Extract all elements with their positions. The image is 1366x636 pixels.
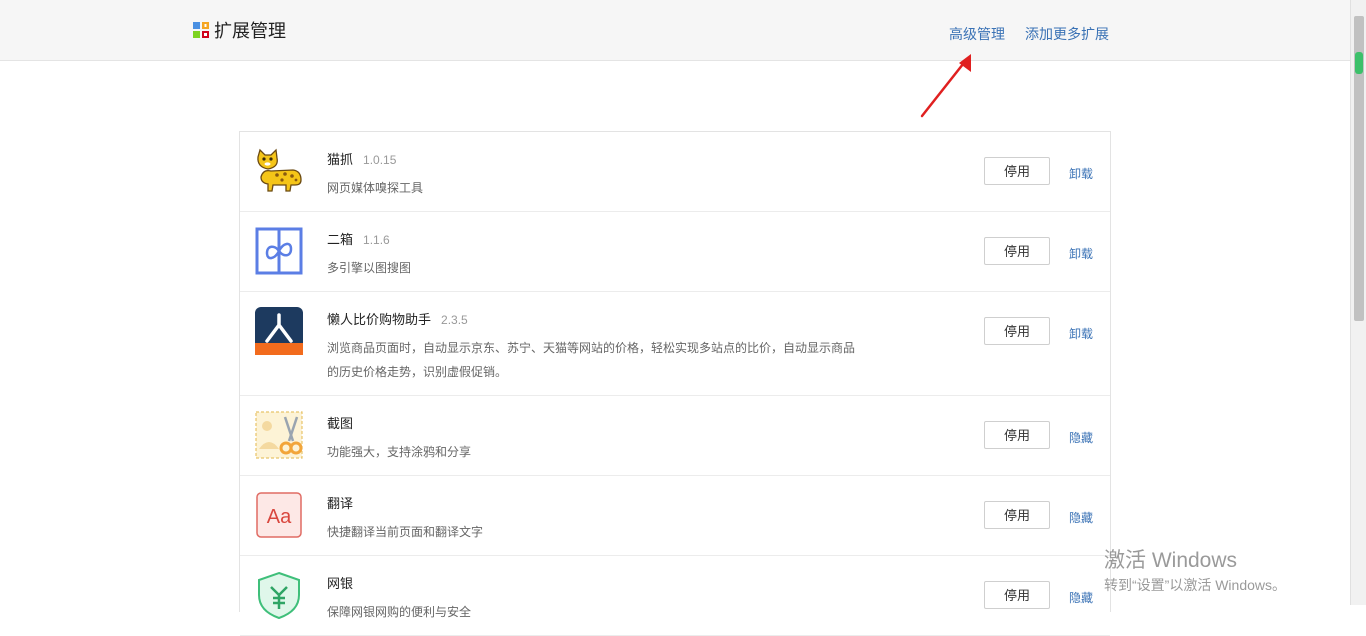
disable-button[interactable]: 停用 bbox=[984, 237, 1050, 265]
extension-list: 猫抓 1.0.15 网页媒体嗅探工具 停用 卸载 二箱 1.1.6 多引擎以图搜图 … bbox=[239, 131, 1111, 636]
extension-row: 截图 功能强大，支持涂鸦和分享 停用 隐藏 bbox=[240, 396, 1110, 476]
hide-link[interactable]: 隐藏 bbox=[1069, 510, 1093, 526]
price-compare-icon bbox=[255, 307, 303, 355]
extension-description: 浏览商品页面时，自动显示京东、苏宁、天猫等网站的价格，轻松实现多站点的比价，自动… bbox=[327, 341, 856, 379]
uninstall-link[interactable]: 卸载 bbox=[1069, 246, 1093, 262]
hide-link[interactable]: 隐藏 bbox=[1069, 430, 1093, 446]
extension-row: 网银 保障网银网购的便利与安全 停用 隐藏 bbox=[240, 556, 1110, 636]
scissors-icon bbox=[255, 411, 303, 459]
svg-text:Aa: Aa bbox=[267, 506, 292, 528]
extension-name: 猫抓 1.0.15 bbox=[327, 152, 397, 167]
uninstall-link[interactable]: 卸载 bbox=[1069, 166, 1093, 182]
page-title: 扩展管理 bbox=[214, 21, 286, 41]
extension-description: 功能强大，支持涂鸦和分享 bbox=[327, 445, 472, 459]
scroll-position-indicator bbox=[1355, 52, 1363, 74]
windows-activation-watermark: 激活 Windows bbox=[1104, 549, 1238, 572]
add-more-extensions-link[interactable]: 添加更多扩展 bbox=[1025, 25, 1109, 43]
extensions-logo-icon bbox=[193, 22, 209, 38]
windows-activation-hint: 转到“设置”以激活 Windows。 bbox=[1104, 577, 1287, 593]
extension-name: 懒人比价购物助手 2.3.5 bbox=[327, 312, 468, 327]
disable-button[interactable]: 停用 bbox=[984, 501, 1050, 529]
extension-description: 保障网银网购的便利与安全 bbox=[327, 605, 472, 619]
extension-version: 1.1.6 bbox=[363, 233, 390, 247]
disable-button[interactable]: 停用 bbox=[984, 157, 1050, 185]
disable-button[interactable]: 停用 bbox=[984, 317, 1050, 345]
top-bar: 扩展管理 高级管理 添加更多扩展 bbox=[0, 0, 1350, 61]
extension-row: 懒人比价购物助手 2.3.5 浏览商品页面时，自动显示京东、苏宁、天猫等网站的价格… bbox=[240, 292, 1110, 396]
cat-icon bbox=[257, 148, 302, 192]
extension-row: 猫抓 1.0.15 网页媒体嗅探工具 停用 卸载 bbox=[240, 132, 1110, 212]
extension-description: 多引擎以图搜图 bbox=[327, 261, 412, 275]
extension-version: 2.3.5 bbox=[441, 313, 468, 327]
extension-name: 翻译 bbox=[327, 496, 354, 511]
disable-button[interactable]: 停用 bbox=[984, 421, 1050, 449]
infinity-box-icon bbox=[255, 227, 303, 275]
uninstall-link[interactable]: 卸载 bbox=[1069, 326, 1093, 342]
extension-name: 网银 bbox=[327, 576, 354, 591]
advanced-management-link[interactable]: 高级管理 bbox=[949, 25, 1005, 43]
extension-description: 快捷翻译当前页面和翻译文字 bbox=[327, 525, 484, 539]
yuan-shield-icon bbox=[258, 571, 300, 619]
extension-description: 网页媒体嗅探工具 bbox=[327, 181, 424, 195]
red-arrow-annotation bbox=[920, 54, 971, 118]
translate-aa-icon: Aa bbox=[256, 492, 302, 538]
vertical-scrollbar[interactable] bbox=[1350, 0, 1366, 605]
extension-name: 截图 bbox=[327, 416, 354, 431]
hide-link[interactable]: 隐藏 bbox=[1069, 590, 1093, 606]
extension-row: Aa 翻译 快捷翻译当前页面和翻译文字 停用 隐藏 bbox=[240, 476, 1110, 556]
extension-version: 1.0.15 bbox=[363, 153, 397, 167]
extension-row: 二箱 1.1.6 多引擎以图搜图 停用 卸载 bbox=[240, 212, 1110, 292]
extension-name: 二箱 1.1.6 bbox=[327, 232, 390, 247]
